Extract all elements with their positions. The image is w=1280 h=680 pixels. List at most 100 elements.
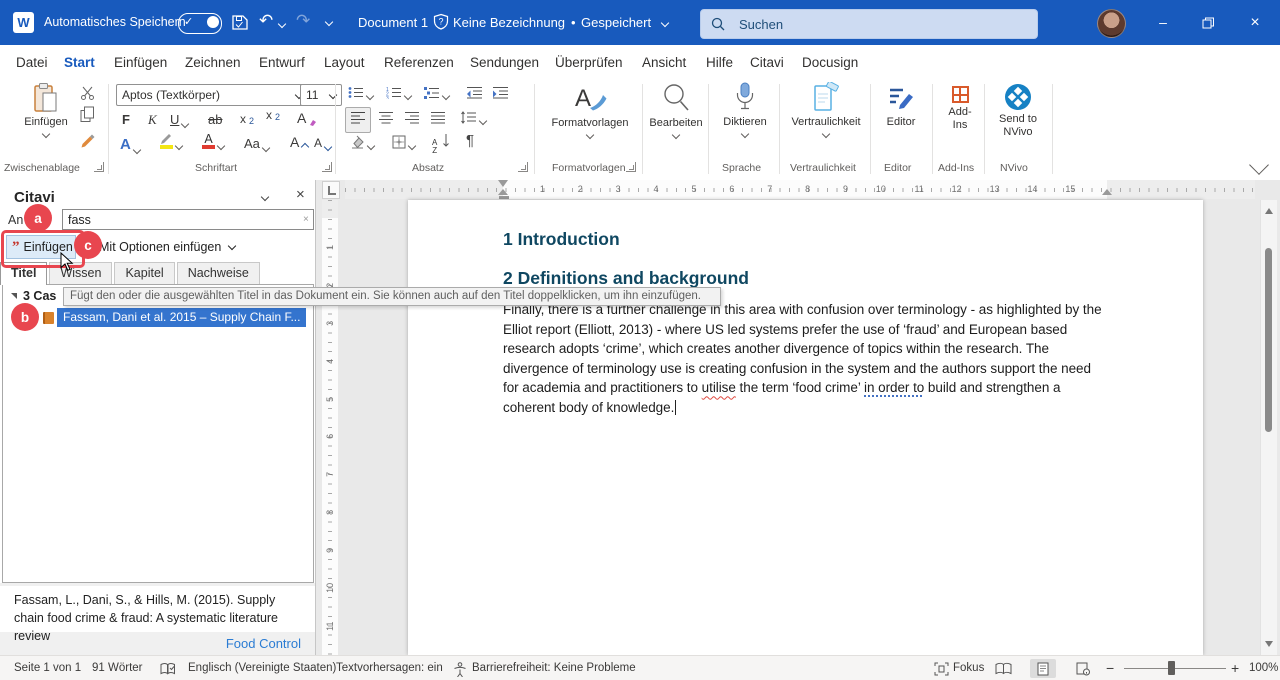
numbered-list-button[interactable]: 123 [386, 86, 411, 99]
citavi-tab-nachweise[interactable]: Nachweise [177, 262, 260, 285]
vertical-ruler[interactable]: 1234567891011 [322, 200, 338, 655]
panel-close-icon[interactable]: × [296, 186, 305, 203]
underline-button[interactable]: U [170, 112, 188, 127]
word-count[interactable]: 91 Wörter [92, 656, 143, 680]
right-indent-marker[interactable] [1102, 189, 1112, 195]
spellcheck-flagged-word[interactable]: utilise [702, 380, 736, 395]
decrease-indent-icon[interactable] [466, 86, 483, 99]
multilevel-list-button[interactable] [424, 86, 449, 99]
font-dialog-launcher[interactable] [322, 162, 332, 172]
line-spacing-button[interactable] [460, 111, 486, 124]
justify-icon[interactable] [430, 111, 446, 124]
vertical-scrollbar[interactable] [1260, 200, 1277, 655]
align-center-icon[interactable] [378, 111, 394, 124]
clear-formatting-button[interactable]: A [297, 110, 317, 126]
superscript-button[interactable]: x2 [266, 108, 280, 122]
tab-docusign[interactable]: Docusign [798, 53, 862, 72]
clipboard-dialog-launcher[interactable] [94, 162, 104, 172]
tab-stop-selector[interactable] [322, 181, 340, 199]
document-title[interactable]: Document 1 [358, 0, 428, 45]
document-page[interactable]: 1 Introduction 2 Definitions and backgro… [408, 200, 1203, 655]
tab-layout[interactable]: Layout [320, 53, 369, 72]
zoom-level[interactable]: 100% [1249, 656, 1278, 680]
increase-indent-icon[interactable] [492, 86, 509, 99]
cut-icon[interactable] [80, 86, 95, 101]
left-indent-marker[interactable] [499, 196, 509, 200]
hanging-indent-marker[interactable] [498, 189, 508, 195]
zoom-in-button[interactable]: + [1231, 656, 1239, 680]
tab-sendungen[interactable]: Sendungen [466, 53, 543, 72]
citavi-tab-kapitel[interactable]: Kapitel [114, 262, 174, 285]
tab-entwurf[interactable]: Entwurf [255, 53, 309, 72]
selected-reference[interactable]: Fassam, Dani et al. 2015 – Supply Chain … [57, 308, 306, 327]
sensitivity-button[interactable]: Vertraulichkeit [786, 82, 866, 137]
save-icon[interactable] [231, 14, 249, 31]
proofing-icon[interactable] [160, 662, 176, 676]
shrink-font-button[interactable]: A [314, 136, 331, 150]
word-app-icon[interactable]: W [13, 12, 34, 33]
qat-customize-chevron[interactable] [325, 18, 333, 26]
tab-einfuegen[interactable]: Einfügen [110, 53, 171, 72]
font-color-button[interactable]: A [202, 134, 224, 149]
change-case-button[interactable]: Aa [244, 136, 269, 151]
styles-button[interactable]: A Formatvorlagen [544, 82, 636, 138]
tab-start[interactable]: Start [60, 53, 99, 72]
citavi-reference-list[interactable]: 3 Cas Fassam, Dani et al. 2015 – Supply … [2, 284, 314, 583]
tab-referenzen[interactable]: Referenzen [380, 53, 458, 72]
tab-hilfe[interactable]: Hilfe [702, 53, 737, 72]
web-layout-button[interactable] [1070, 659, 1096, 678]
language-status[interactable]: Englisch (Vereinigte Staaten) [188, 656, 336, 680]
avatar[interactable] [1097, 9, 1126, 38]
align-left-button[interactable] [345, 107, 371, 133]
grow-font-button[interactable]: A [290, 134, 308, 150]
editor-button[interactable]: Editor [876, 82, 926, 129]
grammar-flagged-phrase[interactable]: in order to [864, 380, 924, 395]
reference-list-item[interactable]: Fassam, Dani et al. 2015 – Supply Chain … [43, 308, 306, 327]
zoom-slider-track[interactable] [1124, 668, 1226, 669]
undo-chevron[interactable] [278, 20, 286, 28]
accessibility-status[interactable]: Barrierefreiheit: Keine Probleme [472, 656, 636, 680]
expand-triangle-icon[interactable] [11, 293, 17, 299]
tab-zeichnen[interactable]: Zeichnen [181, 53, 245, 72]
collapse-ribbon-chevron[interactable] [1249, 155, 1269, 175]
restore-button[interactable] [1191, 0, 1225, 45]
autosave-toggle[interactable]: ✓ [178, 13, 222, 34]
page-count[interactable]: Seite 1 von 1 [14, 656, 81, 680]
tab-ueberpruefen[interactable]: Überprüfen [551, 53, 627, 72]
bullet-list-button[interactable] [348, 86, 373, 99]
format-painter-icon[interactable] [80, 134, 96, 149]
save-status[interactable]: Gespeichert [581, 0, 651, 45]
shading-button[interactable] [350, 135, 374, 149]
body-paragraph[interactable]: Finally, there is a further challenge in… [503, 300, 1109, 418]
horizontal-ruler[interactable]: 123456789101112131415 [345, 180, 1255, 199]
text-effects-button[interactable]: A [120, 136, 140, 153]
copy-icon[interactable] [80, 106, 95, 123]
close-button[interactable]: × [1238, 0, 1272, 45]
font-name-combobox[interactable]: Aptos (Textkörper) [116, 84, 308, 106]
scroll-up-arrow[interactable] [1265, 208, 1273, 214]
read-mode-button[interactable] [990, 659, 1016, 678]
send-to-nvivo-button[interactable]: Send to NVivo [990, 82, 1046, 139]
styles-dialog-launcher[interactable] [626, 162, 636, 172]
highlight-button[interactable] [160, 134, 182, 149]
tab-datei[interactable]: Datei [12, 53, 52, 72]
zoom-slider-thumb[interactable] [1168, 661, 1175, 675]
print-layout-button[interactable] [1030, 659, 1056, 678]
minimize-button[interactable]: – [1146, 0, 1180, 45]
clear-search-icon[interactable]: × [303, 214, 309, 225]
citavi-search-input[interactable] [62, 209, 314, 230]
sensitivity-shield-icon[interactable]: ? [433, 13, 449, 31]
bold-button[interactable]: F [122, 112, 130, 127]
paste-button[interactable]: Einfügen [16, 82, 76, 137]
tab-citavi[interactable]: Citavi [746, 53, 788, 72]
paragraph-dialog-launcher[interactable] [518, 162, 528, 172]
scrollbar-thumb[interactable] [1265, 248, 1272, 432]
insert-with-options-button[interactable]: Mit Optionen einfügen [99, 240, 235, 254]
subscript-button[interactable]: x2 [240, 112, 254, 126]
tab-ansicht[interactable]: Ansicht [638, 53, 690, 72]
strikethrough-button[interactable]: ab [208, 112, 222, 127]
focus-mode-button[interactable]: Fokus [953, 656, 984, 680]
align-right-icon[interactable] [404, 111, 420, 124]
sort-button[interactable]: A Z [432, 132, 450, 155]
pilcrow-button[interactable]: ¶ [466, 132, 474, 149]
